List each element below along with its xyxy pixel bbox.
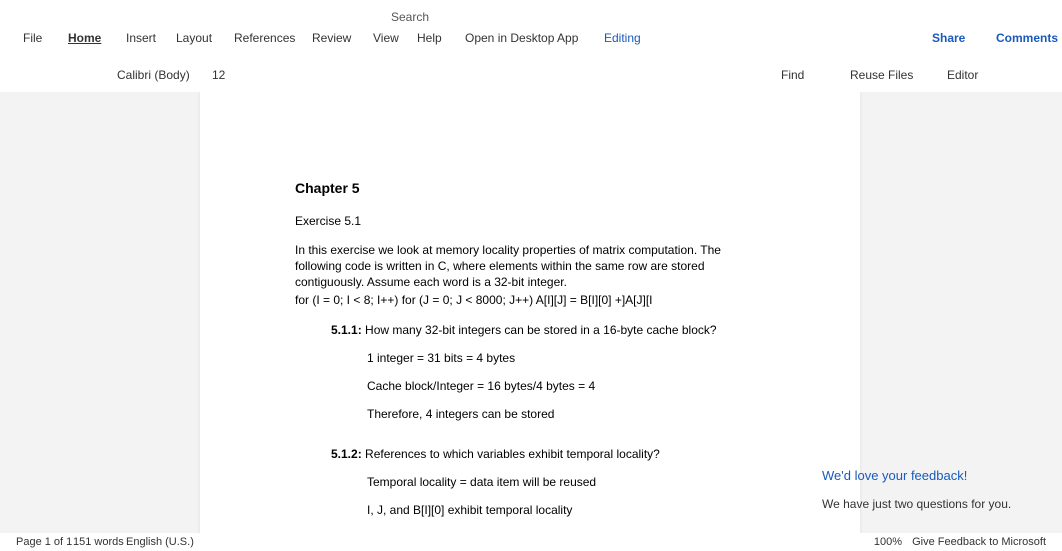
status-language[interactable]: English (U.S.) [126,536,194,548]
search-box[interactable]: Search [391,10,429,24]
answer-line: Cache block/Integer = 16 bytes/4 bytes =… [367,379,762,393]
answer-line: I, J, and B[I][0] exhibit temporal local… [367,503,762,517]
question-5-1-1: 5.1.1: How many 32-bit integers can be s… [331,323,762,421]
question-number: 5.1.2: [331,447,362,461]
question-header: 5.1.1: How many 32-bit integers can be s… [331,323,762,337]
question-text: References to which variables exhibit te… [362,447,660,461]
chapter-title: Chapter 5 [295,180,762,196]
question-header: 5.1.2: References to which variables exh… [331,447,762,461]
share-button[interactable]: Share [932,31,965,45]
tab-layout[interactable]: Layout [168,27,220,49]
feedback-text: We have just two questions for you. [822,497,1022,511]
editor-button[interactable]: Editor [947,68,978,82]
tab-file[interactable]: File [15,27,50,49]
tab-home[interactable]: Home [60,27,109,49]
reuse-files-button[interactable]: Reuse Files [850,68,913,82]
status-feedback-link[interactable]: Give Feedback to Microsoft [912,536,1046,548]
answer-line: Temporal locality = data item will be re… [367,475,762,489]
exercise-label: Exercise 5.1 [295,214,762,228]
editing-mode-button[interactable]: Editing [604,31,641,45]
status-bar: Page 1 of 1 151 words English (U.S.) 100… [0,534,1062,551]
font-name-select[interactable]: Calibri (Body) [117,68,190,82]
status-zoom[interactable]: 100% [874,536,902,548]
document-page[interactable]: Chapter 5 Exercise 5.1 In this exercise … [200,92,860,533]
answer-block: 1 integer = 31 bits = 4 bytes Cache bloc… [367,351,762,421]
question-number: 5.1.1: [331,323,362,337]
intro-paragraph: In this exercise we look at memory local… [295,242,762,291]
code-line: for (I = 0; I < 8; I++) for (J = 0; J < … [295,293,762,307]
tab-references[interactable]: References [226,27,303,49]
document-canvas[interactable]: Chapter 5 Exercise 5.1 In this exercise … [0,92,1062,533]
open-desktop-button[interactable]: Open in Desktop App [465,31,578,45]
question-5-1-2: 5.1.2: References to which variables exh… [331,447,762,517]
answer-line: 1 integer = 31 bits = 4 bytes [367,351,762,365]
feedback-panel[interactable]: We'd love your feedback! We have just tw… [822,468,1022,511]
answer-block: Temporal locality = data item will be re… [367,475,762,517]
tab-insert[interactable]: Insert [118,27,164,49]
status-page[interactable]: Page 1 of 1 [16,536,72,548]
feedback-title: We'd love your feedback! [822,468,1022,483]
answer-line: Therefore, 4 integers can be stored [367,407,762,421]
tab-help[interactable]: Help [409,27,450,49]
find-button[interactable]: Find [781,68,804,82]
tab-view[interactable]: View [365,27,407,49]
comments-button[interactable]: Comments [996,31,1058,45]
status-word-count[interactable]: 151 words [73,536,124,548]
tab-review[interactable]: Review [304,27,359,49]
question-text: How many 32-bit integers can be stored i… [362,323,717,337]
font-size-select[interactable]: 12 [212,68,225,82]
